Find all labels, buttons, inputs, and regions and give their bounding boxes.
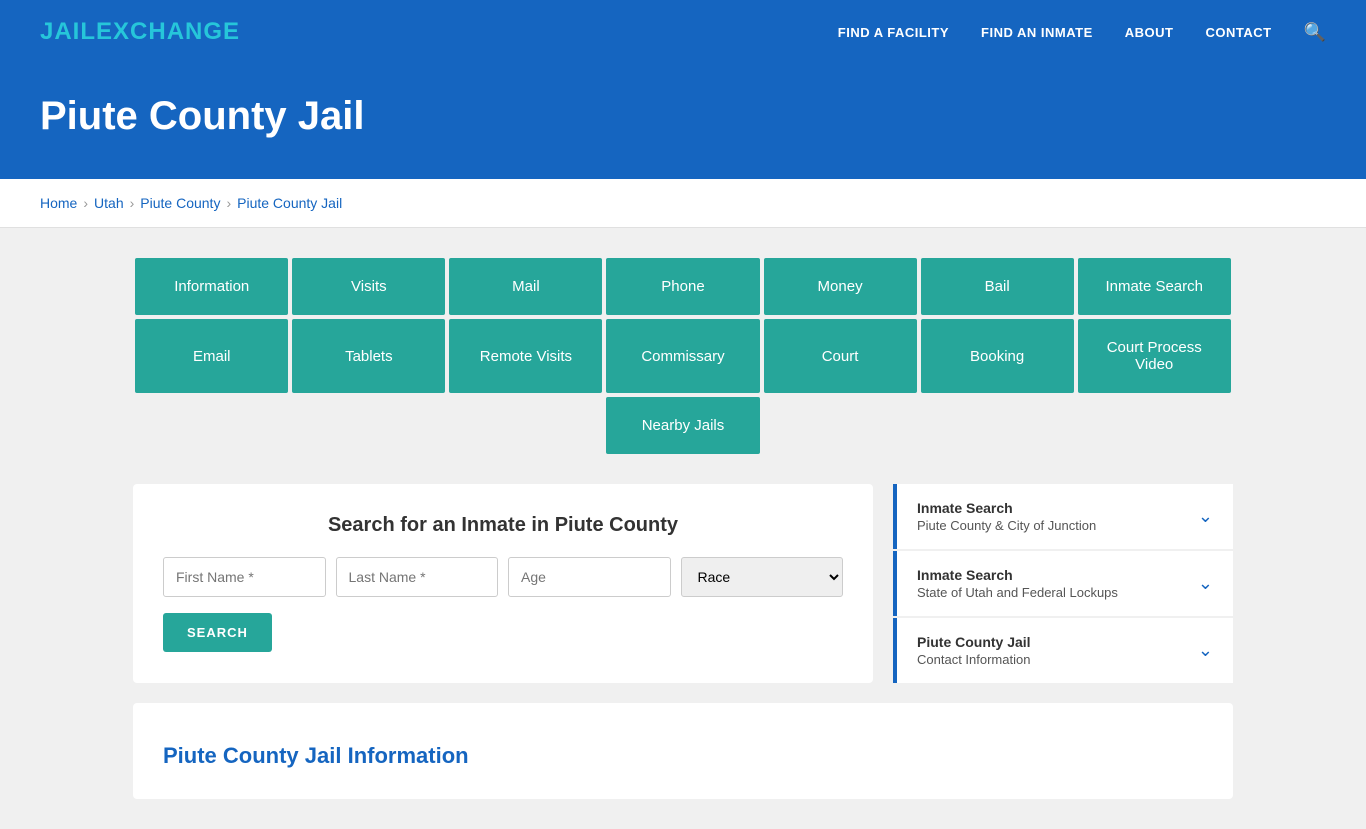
chevron-down-icon-0: ⌄ xyxy=(1198,506,1213,527)
btn-remote-visits[interactable]: Remote Visits xyxy=(449,319,602,393)
sidebar-item-1[interactable]: Inmate Search State of Utah and Federal … xyxy=(893,551,1233,616)
breadcrumb-home[interactable]: Home xyxy=(40,195,77,211)
info-section: Piute County Jail Information xyxy=(133,703,1233,799)
logo-exchange: EXCHANGE xyxy=(96,18,240,45)
race-select[interactable]: Race White Black Hispanic Asian Native A… xyxy=(681,557,844,597)
btn-booking[interactable]: Booking xyxy=(921,319,1074,393)
btn-email[interactable]: Email xyxy=(135,319,288,393)
breadcrumb-sep-1: › xyxy=(83,195,88,211)
chevron-down-icon-2: ⌄ xyxy=(1198,640,1213,661)
btn-mail[interactable]: Mail xyxy=(449,258,602,315)
info-heading: Piute County Jail Information xyxy=(163,723,1203,779)
breadcrumb-bar: Home › Utah › Piute County › Piute Count… xyxy=(0,179,1366,228)
hero-section: Piute County Jail xyxy=(0,64,1366,179)
age-input[interactable] xyxy=(508,557,671,597)
nav-find-inmate[interactable]: FIND AN INMATE xyxy=(981,25,1093,40)
logo-jail: JAIL xyxy=(40,18,96,45)
content-row: Search for an Inmate in Piute County Rac… xyxy=(133,484,1233,683)
main-content: Information Visits Mail Phone Money Bail… xyxy=(0,228,1366,829)
chevron-down-icon-1: ⌄ xyxy=(1198,573,1213,594)
breadcrumb-sep-2: › xyxy=(130,195,135,211)
page-title: Piute County Jail xyxy=(40,94,1326,139)
sidebar-item-2-title: Piute County Jail xyxy=(917,634,1031,650)
inmate-search-section: Search for an Inmate in Piute County Rac… xyxy=(133,484,873,683)
btn-money[interactable]: Money xyxy=(764,258,917,315)
site-header: JAILEXCHANGE FIND A FACILITY FIND AN INM… xyxy=(0,0,1366,64)
nav-find-facility[interactable]: FIND A FACILITY xyxy=(838,25,949,40)
btn-visits[interactable]: Visits xyxy=(292,258,445,315)
row3-wrapper: Nearby Jails xyxy=(133,397,1233,454)
search-icon[interactable]: 🔍 xyxy=(1304,22,1326,43)
btn-inmate-search[interactable]: Inmate Search xyxy=(1078,258,1231,315)
sidebar-item-0-text: Inmate Search Piute County & City of Jun… xyxy=(917,500,1096,533)
sidebar-item-2-text: Piute County Jail Contact Information xyxy=(917,634,1031,667)
last-name-input[interactable] xyxy=(336,557,499,597)
search-button[interactable]: SEARCH xyxy=(163,613,272,652)
site-logo[interactable]: JAILEXCHANGE xyxy=(40,18,240,46)
btn-nearby-jails[interactable]: Nearby Jails xyxy=(606,397,759,454)
search-title: Search for an Inmate in Piute County xyxy=(163,514,843,537)
btn-information[interactable]: Information xyxy=(135,258,288,315)
btn-court[interactable]: Court xyxy=(764,319,917,393)
category-button-grid: Information Visits Mail Phone Money Bail… xyxy=(133,258,1233,454)
bottom-section: Piute County Jail Information xyxy=(133,703,1233,799)
sidebar-item-1-text: Inmate Search State of Utah and Federal … xyxy=(917,567,1118,600)
sidebar-item-0[interactable]: Inmate Search Piute County & City of Jun… xyxy=(893,484,1233,549)
sidebar-item-2-subtitle: Contact Information xyxy=(917,652,1031,667)
breadcrumb-piute-jail[interactable]: Piute County Jail xyxy=(237,195,342,211)
btn-bail[interactable]: Bail xyxy=(921,258,1074,315)
sidebar-item-2[interactable]: Piute County Jail Contact Information ⌄ xyxy=(893,618,1233,683)
sidebar-item-1-title: Inmate Search xyxy=(917,567,1118,583)
main-nav: FIND A FACILITY FIND AN INMATE ABOUT CON… xyxy=(838,22,1326,43)
sidebar-item-0-subtitle: Piute County & City of Junction xyxy=(917,518,1096,533)
breadcrumb-utah[interactable]: Utah xyxy=(94,195,124,211)
sidebar-item-0-title: Inmate Search xyxy=(917,500,1096,516)
btn-phone[interactable]: Phone xyxy=(606,258,759,315)
btn-tablets[interactable]: Tablets xyxy=(292,319,445,393)
btn-commissary[interactable]: Commissary xyxy=(606,319,759,393)
breadcrumb-piute-county[interactable]: Piute County xyxy=(140,195,220,211)
btn-court-process-video[interactable]: Court Process Video xyxy=(1078,319,1231,393)
nav-contact[interactable]: CONTACT xyxy=(1205,25,1271,40)
sidebar: Inmate Search Piute County & City of Jun… xyxy=(893,484,1233,683)
first-name-input[interactable] xyxy=(163,557,326,597)
breadcrumb-sep-3: › xyxy=(226,195,231,211)
nav-about[interactable]: ABOUT xyxy=(1125,25,1174,40)
search-form-row: Race White Black Hispanic Asian Native A… xyxy=(163,557,843,597)
sidebar-item-1-subtitle: State of Utah and Federal Lockups xyxy=(917,585,1118,600)
breadcrumb: Home › Utah › Piute County › Piute Count… xyxy=(40,195,1326,211)
